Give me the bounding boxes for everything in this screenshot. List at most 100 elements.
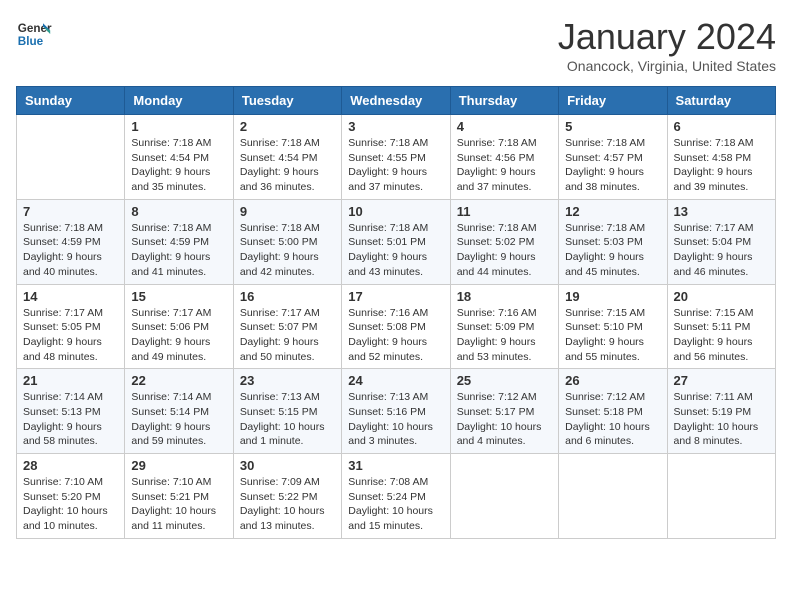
day-info: Sunrise: 7:14 AMSunset: 5:13 PMDaylight:… xyxy=(23,390,118,449)
calendar-cell: 9 Sunrise: 7:18 AMSunset: 5:00 PMDaylight… xyxy=(233,199,341,284)
calendar-cell: 24Sunrise: 7:13 AMSunset: 5:16 PMDayligh… xyxy=(342,369,450,454)
calendar-header-row: SundayMondayTuesdayWednesdayThursdayFrid… xyxy=(17,87,776,115)
calendar-cell: 7 Sunrise: 7:18 AMSunset: 4:59 PMDaylight… xyxy=(17,199,125,284)
calendar-cell: 5 Sunrise: 7:18 AMSunset: 4:57 PMDaylight… xyxy=(559,115,667,200)
day-number: 15 xyxy=(131,289,226,304)
day-info: Sunrise: 7:18 AMSunset: 5:01 PMDaylight:… xyxy=(348,221,443,280)
day-info: Sunrise: 7:12 AMSunset: 5:18 PMDaylight:… xyxy=(565,390,660,449)
day-header: Saturday xyxy=(667,87,775,115)
day-number: 27 xyxy=(674,373,769,388)
day-number: 17 xyxy=(348,289,443,304)
day-info: Sunrise: 7:18 AMSunset: 4:54 PMDaylight:… xyxy=(240,136,335,195)
day-number: 4 xyxy=(457,119,552,134)
day-info: Sunrise: 7:17 AMSunset: 5:06 PMDaylight:… xyxy=(131,306,226,365)
day-header: Friday xyxy=(559,87,667,115)
day-header: Wednesday xyxy=(342,87,450,115)
calendar-cell: 11 Sunrise: 7:18 AMSunset: 5:02 PMDayligh… xyxy=(450,199,558,284)
calendar-cell: 15 Sunrise: 7:17 AMSunset: 5:06 PMDayligh… xyxy=(125,284,233,369)
day-number: 13 xyxy=(674,204,769,219)
calendar-cell xyxy=(559,454,667,539)
day-number: 28 xyxy=(23,458,118,473)
day-info: Sunrise: 7:15 AMSunset: 5:11 PMDaylight:… xyxy=(674,306,769,365)
calendar-cell xyxy=(17,115,125,200)
calendar-week-row: 14 Sunrise: 7:17 AMSunset: 5:05 PMDayligh… xyxy=(17,284,776,369)
day-info: Sunrise: 7:13 AMSunset: 5:15 PMDaylight:… xyxy=(240,390,335,449)
day-number: 22 xyxy=(131,373,226,388)
calendar-cell: 16 Sunrise: 7:17 AMSunset: 5:07 PMDayligh… xyxy=(233,284,341,369)
day-info: Sunrise: 7:18 AMSunset: 5:02 PMDaylight:… xyxy=(457,221,552,280)
day-header: Thursday xyxy=(450,87,558,115)
day-info: Sunrise: 7:14 AMSunset: 5:14 PMDaylight:… xyxy=(131,390,226,449)
day-info: Sunrise: 7:12 AMSunset: 5:17 PMDaylight:… xyxy=(457,390,552,449)
calendar-cell: 21Sunrise: 7:14 AMSunset: 5:13 PMDayligh… xyxy=(17,369,125,454)
day-info: Sunrise: 7:17 AMSunset: 5:05 PMDaylight:… xyxy=(23,306,118,365)
day-info: Sunrise: 7:18 AMSunset: 5:00 PMDaylight:… xyxy=(240,221,335,280)
calendar-week-row: 28 Sunrise: 7:10 AMSunset: 5:20 PMDayligh… xyxy=(17,454,776,539)
calendar-cell: 20 Sunrise: 7:15 AMSunset: 5:11 PMDayligh… xyxy=(667,284,775,369)
day-number: 20 xyxy=(674,289,769,304)
day-info: Sunrise: 7:10 AMSunset: 5:21 PMDaylight:… xyxy=(131,475,226,534)
day-number: 14 xyxy=(23,289,118,304)
day-number: 16 xyxy=(240,289,335,304)
day-info: Sunrise: 7:18 AMSunset: 5:03 PMDaylight:… xyxy=(565,221,660,280)
day-info: Sunrise: 7:17 AMSunset: 5:07 PMDaylight:… xyxy=(240,306,335,365)
calendar-cell: 4 Sunrise: 7:18 AMSunset: 4:56 PMDaylight… xyxy=(450,115,558,200)
day-info: Sunrise: 7:18 AMSunset: 4:59 PMDaylight:… xyxy=(23,221,118,280)
day-number: 29 xyxy=(131,458,226,473)
calendar-cell: 22 Sunrise: 7:14 AMSunset: 5:14 PMDayligh… xyxy=(125,369,233,454)
calendar-cell: 26Sunrise: 7:12 AMSunset: 5:18 PMDayligh… xyxy=(559,369,667,454)
day-info: Sunrise: 7:17 AMSunset: 5:04 PMDaylight:… xyxy=(674,221,769,280)
day-number: 12 xyxy=(565,204,660,219)
calendar-cell: 14 Sunrise: 7:17 AMSunset: 5:05 PMDayligh… xyxy=(17,284,125,369)
calendar-cell xyxy=(667,454,775,539)
day-info: Sunrise: 7:18 AMSunset: 4:57 PMDaylight:… xyxy=(565,136,660,195)
calendar-cell: 13 Sunrise: 7:17 AMSunset: 5:04 PMDayligh… xyxy=(667,199,775,284)
calendar-week-row: 7 Sunrise: 7:18 AMSunset: 4:59 PMDaylight… xyxy=(17,199,776,284)
day-number: 31 xyxy=(348,458,443,473)
day-number: 25 xyxy=(457,373,552,388)
day-number: 18 xyxy=(457,289,552,304)
svg-text:Blue: Blue xyxy=(18,35,44,48)
day-number: 8 xyxy=(131,204,226,219)
day-number: 6 xyxy=(674,119,769,134)
calendar-cell: 10Sunrise: 7:18 AMSunset: 5:01 PMDayligh… xyxy=(342,199,450,284)
day-header: Monday xyxy=(125,87,233,115)
day-number: 2 xyxy=(240,119,335,134)
day-info: Sunrise: 7:16 AMSunset: 5:08 PMDaylight:… xyxy=(348,306,443,365)
calendar-cell: 27 Sunrise: 7:11 AMSunset: 5:19 PMDayligh… xyxy=(667,369,775,454)
day-info: Sunrise: 7:18 AMSunset: 4:59 PMDaylight:… xyxy=(131,221,226,280)
day-info: Sunrise: 7:18 AMSunset: 4:55 PMDaylight:… xyxy=(348,136,443,195)
calendar-cell: 3Sunrise: 7:18 AMSunset: 4:55 PMDaylight… xyxy=(342,115,450,200)
day-header: Tuesday xyxy=(233,87,341,115)
day-number: 7 xyxy=(23,204,118,219)
calendar-cell: 29 Sunrise: 7:10 AMSunset: 5:21 PMDayligh… xyxy=(125,454,233,539)
day-info: Sunrise: 7:18 AMSunset: 4:58 PMDaylight:… xyxy=(674,136,769,195)
day-info: Sunrise: 7:18 AMSunset: 4:54 PMDaylight:… xyxy=(131,136,226,195)
day-info: Sunrise: 7:15 AMSunset: 5:10 PMDaylight:… xyxy=(565,306,660,365)
calendar-cell: 30 Sunrise: 7:09 AMSunset: 5:22 PMDayligh… xyxy=(233,454,341,539)
calendar-cell: 1 Sunrise: 7:18 AMSunset: 4:54 PMDaylight… xyxy=(125,115,233,200)
day-info: Sunrise: 7:18 AMSunset: 4:56 PMDaylight:… xyxy=(457,136,552,195)
calendar-cell: 18Sunrise: 7:16 AMSunset: 5:09 PMDayligh… xyxy=(450,284,558,369)
day-info: Sunrise: 7:11 AMSunset: 5:19 PMDaylight:… xyxy=(674,390,769,449)
calendar-table: SundayMondayTuesdayWednesdayThursdayFrid… xyxy=(16,86,776,539)
day-number: 30 xyxy=(240,458,335,473)
day-info: Sunrise: 7:09 AMSunset: 5:22 PMDaylight:… xyxy=(240,475,335,534)
day-number: 11 xyxy=(457,204,552,219)
day-number: 19 xyxy=(565,289,660,304)
day-number: 9 xyxy=(240,204,335,219)
calendar-cell: 8 Sunrise: 7:18 AMSunset: 4:59 PMDaylight… xyxy=(125,199,233,284)
calendar-cell: 25 Sunrise: 7:12 AMSunset: 5:17 PMDayligh… xyxy=(450,369,558,454)
calendar-week-row: 21Sunrise: 7:14 AMSunset: 5:13 PMDayligh… xyxy=(17,369,776,454)
page-header: General Blue January 2024 Onancock, Virg… xyxy=(16,16,776,74)
calendar-cell: 17 Sunrise: 7:16 AMSunset: 5:08 PMDayligh… xyxy=(342,284,450,369)
calendar-cell: 19 Sunrise: 7:15 AMSunset: 5:10 PMDayligh… xyxy=(559,284,667,369)
day-number: 5 xyxy=(565,119,660,134)
day-number: 1 xyxy=(131,119,226,134)
location: Onancock, Virginia, United States xyxy=(558,58,776,74)
day-number: 24 xyxy=(348,373,443,388)
day-header: Sunday xyxy=(17,87,125,115)
day-number: 23 xyxy=(240,373,335,388)
logo: General Blue xyxy=(16,16,52,52)
day-info: Sunrise: 7:10 AMSunset: 5:20 PMDaylight:… xyxy=(23,475,118,534)
